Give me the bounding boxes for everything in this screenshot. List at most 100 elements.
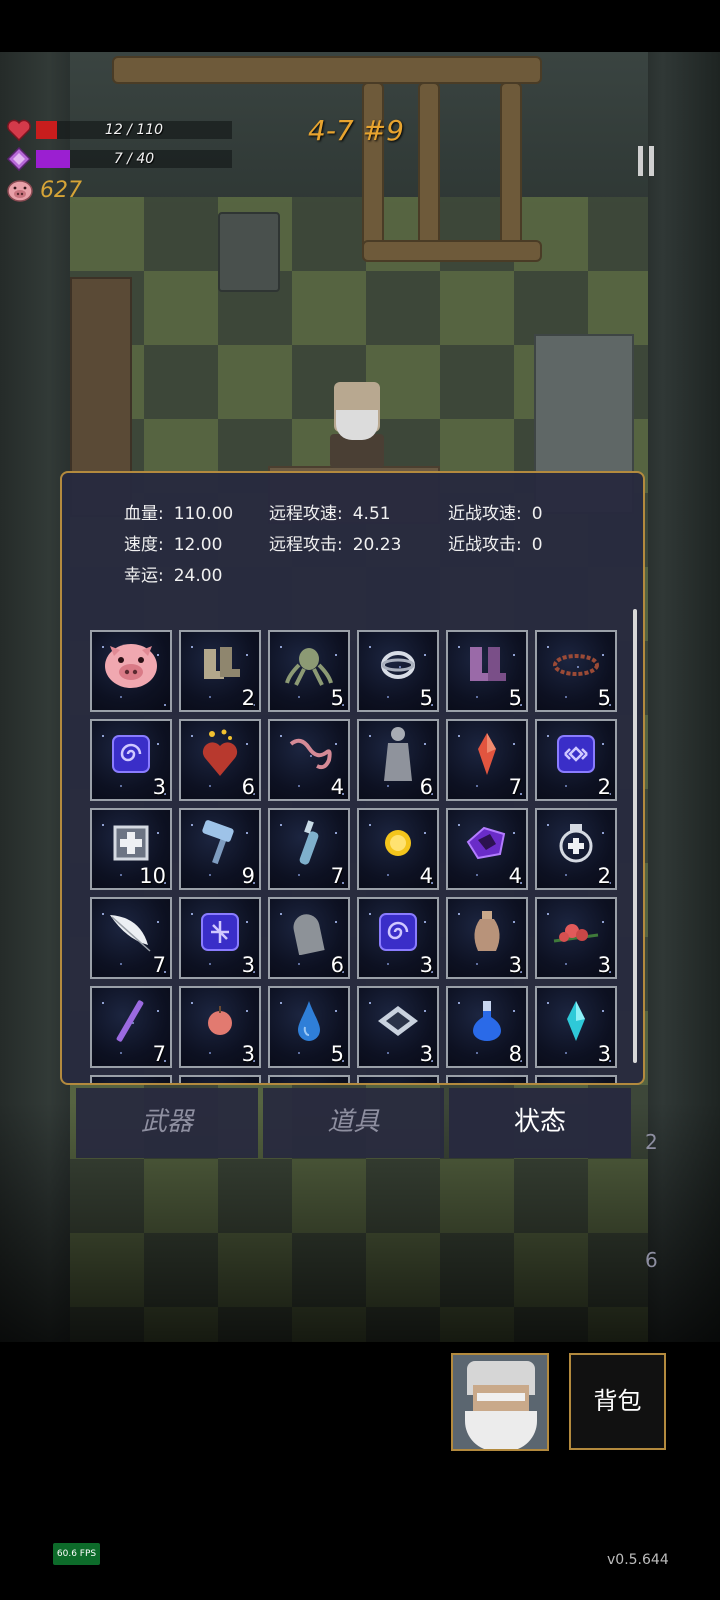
inventory-slot[interactable] xyxy=(535,1075,617,1083)
stat-melee-attack: 近战攻击: 0 xyxy=(448,530,543,555)
ring-icon xyxy=(379,648,417,686)
inventory-slot[interactable] xyxy=(179,1075,261,1083)
inventory-slot[interactable]: 3 xyxy=(357,897,439,979)
inventory-slot[interactable]: 5 xyxy=(268,630,350,712)
spiral-rune-icon xyxy=(377,911,419,957)
purple-gem-icon xyxy=(464,824,510,866)
boots-pair-icon xyxy=(198,645,242,689)
inventory-slot[interactable]: 3 xyxy=(179,897,261,979)
scrollbar[interactable] xyxy=(633,609,637,1063)
inventory-slot[interactable]: 4 xyxy=(268,719,350,801)
item-grid: 2 5 5 5 5 3 6 4 6 7 2 10 9 7 4 4 2 7 3 6 3 3 3 7 3 5 3 8 3 xyxy=(90,630,618,1083)
status-bar xyxy=(0,0,720,52)
item-count: 7 xyxy=(152,953,166,977)
stat-label: 远程攻速: xyxy=(269,504,343,524)
level-indicator: 4-7 #9 xyxy=(308,114,404,147)
inventory-slot[interactable]: 7 xyxy=(90,986,172,1068)
mana-bar: 7 / 40 xyxy=(36,150,232,168)
inventory-slot[interactable]: 8 xyxy=(446,986,528,1068)
side-count: 6 xyxy=(645,1248,658,1272)
stat-label: 近战攻速: xyxy=(448,504,522,524)
diamond-plate-icon xyxy=(376,1004,420,1042)
item-count: 6 xyxy=(419,775,433,799)
item-count: 5 xyxy=(330,1042,344,1066)
gold-coin-icon xyxy=(381,826,415,864)
side-count: 2 xyxy=(645,1130,658,1154)
pause-button[interactable] xyxy=(632,146,660,176)
backpack-button[interactable]: 背包 xyxy=(569,1353,666,1450)
stat-label: 远程攻击: xyxy=(269,535,343,555)
inventory-slot[interactable] xyxy=(268,1075,350,1083)
inventory-slot[interactable] xyxy=(446,1075,528,1083)
coin-count: 627 xyxy=(40,177,82,203)
inventory-slot[interactable]: 3 xyxy=(535,897,617,979)
item-count: 7 xyxy=(508,775,522,799)
inventory-slot[interactable]: 5 xyxy=(268,986,350,1068)
inventory-slot[interactable]: 2 xyxy=(535,808,617,890)
inventory-slot[interactable]: 7 xyxy=(90,897,172,979)
stat-value: 0 xyxy=(531,504,543,524)
inventory-slot[interactable]: 3 xyxy=(446,897,528,979)
purple-boots-icon xyxy=(466,643,508,691)
inventory-slot[interactable]: 5 xyxy=(446,630,528,712)
item-count: 6 xyxy=(241,775,255,799)
piggy-bank-icon xyxy=(7,180,33,202)
inventory-slot[interactable]: 9 xyxy=(179,808,261,890)
item-count: 3 xyxy=(241,953,255,977)
inventory-slot[interactable]: 6 xyxy=(179,719,261,801)
inventory-slot[interactable]: 5 xyxy=(357,630,439,712)
apple-icon xyxy=(204,1004,236,1042)
inventory-slot[interactable]: 4 xyxy=(357,808,439,890)
item-count: 8 xyxy=(508,1042,522,1066)
spiral-rune-icon xyxy=(110,733,152,779)
inventory-slot[interactable]: 4 xyxy=(446,808,528,890)
tab-weapons[interactable]: 武器 xyxy=(76,1088,258,1158)
inventory-slot[interactable] xyxy=(90,1075,172,1083)
inventory-slot[interactable]: 3 xyxy=(357,986,439,1068)
version-label: v0.5.644 xyxy=(607,1552,669,1568)
inventory-slot[interactable]: 10 xyxy=(90,808,172,890)
inventory-slot[interactable]: 7 xyxy=(268,808,350,890)
item-count: 6 xyxy=(330,953,344,977)
inventory-slot[interactable]: 6 xyxy=(268,897,350,979)
inventory-slot[interactable]: 2 xyxy=(179,630,261,712)
inventory-slot[interactable]: 2 xyxy=(535,719,617,801)
pipe-vertical xyxy=(500,82,522,262)
wand-icon xyxy=(111,996,151,1050)
pipe-bottom xyxy=(362,240,542,262)
coins-row: 627 xyxy=(6,177,82,203)
item-count: 2 xyxy=(241,686,255,710)
stat-melee-speed: 近战攻速: 0 xyxy=(448,499,543,524)
inventory-slot[interactable]: 5 xyxy=(535,630,617,712)
stat-ranged-speed: 远程攻速: 4.51 xyxy=(269,499,391,524)
item-count: 3 xyxy=(152,775,166,799)
stat-value: 24.00 xyxy=(173,566,223,586)
rose-icon xyxy=(550,915,602,953)
inventory-slot[interactable]: 6 xyxy=(357,719,439,801)
tab-items[interactable]: 道具 xyxy=(263,1088,444,1158)
pause-icon xyxy=(638,146,643,176)
item-count: 5 xyxy=(508,686,522,710)
tab-status[interactable]: 状态 xyxy=(449,1088,631,1158)
character-portrait[interactable] xyxy=(451,1353,549,1451)
stat-value: 0 xyxy=(531,535,543,555)
inventory-slot[interactable]: 3 xyxy=(179,986,261,1068)
item-count: 3 xyxy=(597,953,611,977)
inventory-slot[interactable]: 7 xyxy=(446,719,528,801)
inventory-slot[interactable]: 3 xyxy=(90,719,172,801)
item-count: 3 xyxy=(419,953,433,977)
inventory-slot[interactable] xyxy=(90,630,172,712)
inventory-slot[interactable]: 3 xyxy=(535,986,617,1068)
item-count: 5 xyxy=(330,686,344,710)
item-count: 7 xyxy=(330,864,344,888)
item-count: 2 xyxy=(597,775,611,799)
eye-rune-icon xyxy=(555,733,597,779)
status-panel: 血量: 110.00 远程攻速: 4.51 近战攻速: 0 速度: 12.00 远程攻击… xyxy=(60,471,645,1085)
furnace-machine xyxy=(218,212,280,292)
item-count: 4 xyxy=(419,864,433,888)
item-count: 4 xyxy=(330,775,344,799)
medal-icon xyxy=(556,822,596,868)
inventory-slot[interactable] xyxy=(357,1075,439,1083)
blue-potion-icon xyxy=(470,999,504,1047)
gem-icon xyxy=(6,147,32,171)
